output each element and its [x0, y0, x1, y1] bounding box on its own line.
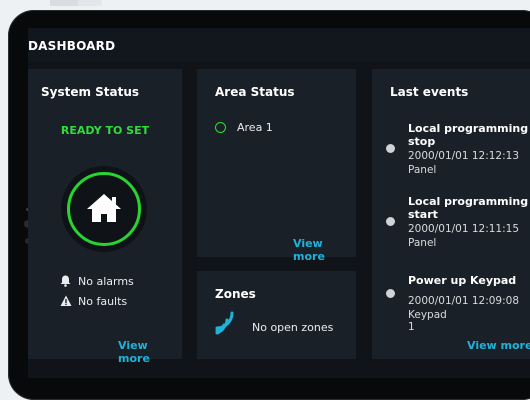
bell-icon [60, 275, 71, 287]
system-status-card: System Status READY TO SET No alarms No … [28, 69, 182, 365]
zones-card: Zones No open zones [197, 271, 356, 359]
area-item-label[interactable]: Area 1 [237, 121, 273, 134]
event-title: Local programming start [408, 195, 529, 221]
zones-status-label: No open zones [252, 321, 334, 334]
system-status-view-more[interactable]: View more [118, 339, 182, 365]
system-state-label: READY TO SET [60, 124, 150, 137]
wireless-icon [215, 311, 234, 335]
event-dot-icon [386, 289, 395, 298]
home-icon-wrap [75, 180, 133, 238]
event-time: 2000/01/01 12:09:08 [408, 295, 520, 307]
last-events-card: Last events Local programming stop 2000/… [372, 69, 530, 359]
event-source: Panel [408, 164, 437, 176]
event-title: Local programming stop [408, 122, 529, 148]
area-status-card: Area Status Area 1 View more [197, 69, 356, 263]
event-title: Power up Keypad [408, 274, 517, 287]
background-bar [78, 0, 102, 6]
area-status-indicator [215, 122, 226, 133]
area-status-view-more[interactable]: View more [293, 237, 356, 263]
home-icon [87, 194, 121, 222]
faults-label: No faults [78, 295, 128, 308]
last-events-view-more[interactable]: View more [467, 339, 530, 352]
area-status-title: Area Status [215, 85, 295, 99]
last-events-title: Last events [390, 85, 469, 99]
system-status-title: System Status [41, 85, 140, 99]
event-dot-icon [386, 144, 395, 153]
warning-icon [60, 295, 72, 306]
page-title: DASHBOARD [28, 39, 116, 53]
dashboard-screen: DASHBOARD System Status READY TO SET No … [28, 28, 530, 378]
event-source: Keypad 1 [408, 309, 447, 333]
zones-title: Zones [215, 287, 256, 301]
event-dot-icon [386, 217, 395, 226]
header-bar: DASHBOARD [28, 28, 530, 62]
event-time: 2000/01/01 12:11:15 [408, 223, 520, 235]
alarms-label: No alarms [78, 275, 134, 288]
event-time: 2000/01/01 12:12:13 [408, 150, 520, 162]
event-source: Panel [408, 237, 437, 249]
